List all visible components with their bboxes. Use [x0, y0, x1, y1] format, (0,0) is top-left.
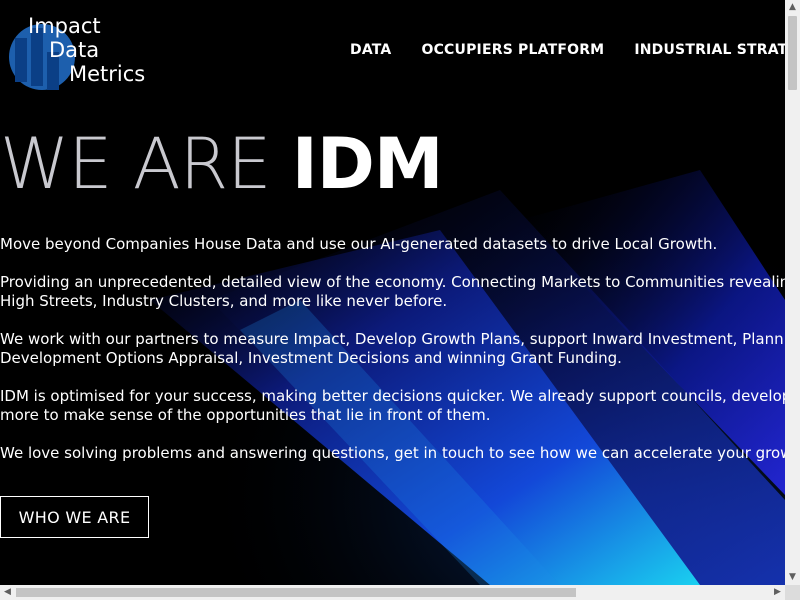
arrow-up-icon[interactable]: ▲ [788, 3, 797, 12]
paragraph-line: We love solving problems and answering q… [0, 444, 785, 462]
logo-wordmark: Impact Data Metrics [27, 14, 145, 86]
hero-title: WE ARE IDM [0, 123, 444, 205]
horizontal-scroll-thumb[interactable] [16, 588, 576, 597]
logo-line-impact: Impact [28, 14, 101, 38]
paragraph-line: High Streets, Industry Clusters, and mor… [0, 292, 448, 310]
intro-paragraph-4: IDM is optimised for your success, makin… [0, 387, 785, 425]
logo-line-metrics: Metrics [69, 62, 146, 86]
scrollbar-corner [785, 585, 800, 600]
intro-paragraph-1: Move beyond Companies House Data and use… [0, 235, 785, 254]
arrow-left-icon[interactable]: ◀ [3, 588, 12, 597]
main-nav: DATA OCCUPIERS PLATFORM INDUSTRIAL STRAT… [350, 40, 785, 60]
hero-title-bold: IDM [291, 123, 444, 205]
site-header: Impact Data Metrics DATA OCCUPIERS PLATF… [0, 0, 785, 100]
paragraph-line: We work with our partners to measure Imp… [0, 330, 785, 348]
paragraph-line: Development Options Appraisal, Investmen… [0, 349, 622, 367]
logo-line-data: Data [49, 38, 100, 62]
hero-title-light: WE ARE [0, 123, 292, 205]
vertical-scrollbar[interactable]: ▲ ▼ [785, 0, 800, 585]
arrow-down-icon[interactable]: ▼ [788, 573, 797, 582]
intro-content: Move beyond Companies House Data and use… [0, 235, 785, 482]
nav-item-industrial-strategy[interactable]: INDUSTRIAL STRATEGY SE [634, 40, 785, 60]
intro-paragraph-2: Providing an unprecedented, detailed vie… [0, 273, 785, 311]
paragraph-line: Move beyond Companies House Data and use… [0, 235, 718, 253]
paragraph-line: IDM is optimised for your success, makin… [0, 387, 785, 405]
paragraph-line: more to make sense of the opportunities … [0, 406, 491, 424]
nav-item-data[interactable]: DATA [350, 40, 391, 60]
paragraph-line: Providing an unprecedented, detailed vie… [0, 273, 785, 291]
intro-paragraph-3: We work with our partners to measure Imp… [0, 330, 785, 368]
vertical-scroll-thumb[interactable] [788, 16, 797, 90]
who-we-are-button[interactable]: WHO WE ARE [0, 496, 149, 538]
nav-item-occupiers-platform[interactable]: OCCUPIERS PLATFORM [421, 40, 604, 60]
intro-paragraph-5: We love solving problems and answering q… [0, 444, 785, 463]
horizontal-scrollbar[interactable]: ◀ ▶ [0, 585, 785, 600]
arrow-right-icon[interactable]: ▶ [773, 588, 782, 597]
site-logo[interactable]: Impact Data Metrics [9, 14, 154, 94]
page-viewport: Impact Data Metrics DATA OCCUPIERS PLATF… [0, 0, 785, 585]
